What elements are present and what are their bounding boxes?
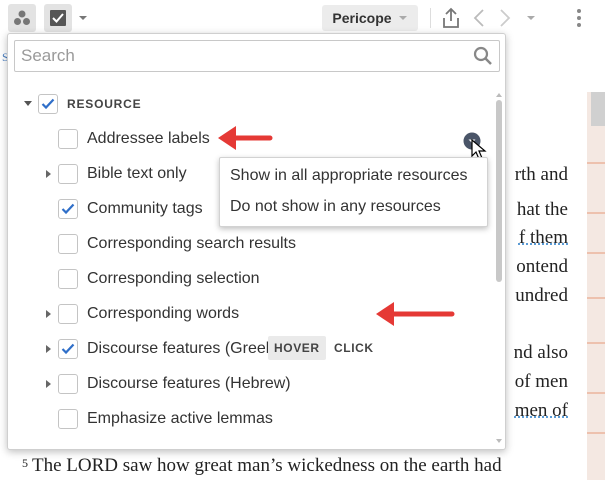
expand-caret-icon[interactable] (42, 168, 54, 180)
bg-text-line: f them (519, 227, 568, 249)
popup-option-show-all[interactable]: Show in all appropriate resources (230, 167, 467, 185)
bg-text-underlined[interactable]: men of (515, 400, 568, 421)
checkbox[interactable] (58, 234, 78, 254)
checkbox[interactable] (58, 339, 78, 359)
panel-menu-icon (14, 10, 30, 25)
bg-text-underlined[interactable]: f them (519, 227, 568, 248)
option-label: Corresponding search results (87, 235, 296, 252)
caret-placeholder (42, 133, 54, 145)
option-popup-menu: Show in all appropriate resources Do not… (219, 157, 488, 227)
panel-scrollbar[interactable] (494, 92, 504, 444)
checkbox[interactable] (58, 409, 78, 429)
chevron-down-icon (79, 16, 87, 20)
option-label: Bible text only (87, 165, 187, 182)
option-label: Addressee labels (87, 130, 210, 147)
more-button[interactable] (568, 4, 590, 32)
document-scrollbar[interactable] (587, 92, 605, 480)
search-icon[interactable] (473, 46, 493, 66)
option-label: Discourse features (Hebrew) (87, 375, 291, 392)
verse-5: 5 The LORD saw how great man’s wickedness… (22, 455, 502, 477)
verse-number: 5 (22, 456, 28, 470)
bg-text-line: nd also (513, 342, 568, 363)
caret-placeholder (42, 413, 54, 425)
option-row[interactable]: Discourse features (Hebrew) (42, 369, 291, 399)
visual-filters-panel: RESOURCE Addressee labels Bible text only… (7, 33, 506, 450)
option-label: Emphasize active lemmas (87, 410, 273, 427)
panel-menu-button[interactable] (8, 4, 36, 32)
option-row[interactable]: Corresponding words (42, 299, 239, 329)
option-label: Corresponding words (87, 305, 240, 322)
chevron-down-icon (527, 16, 535, 20)
click-badge[interactable]: CLICK (330, 336, 378, 360)
checkmark-icon (41, 98, 55, 110)
option-row[interactable]: Bible text only (42, 159, 187, 189)
search-input[interactable] (15, 41, 455, 71)
back-button[interactable] (468, 4, 490, 32)
checkbox[interactable] (58, 164, 78, 184)
document-scroll-thumb[interactable] (591, 92, 605, 126)
group-resource[interactable]: RESOURCE (22, 89, 141, 119)
caret-placeholder (42, 273, 54, 285)
bg-text-line: men of (515, 400, 568, 422)
expand-caret-icon[interactable] (42, 343, 54, 355)
option-label: Corresponding selection (87, 270, 260, 287)
checkbox[interactable] (58, 374, 78, 394)
option-row[interactable]: Corresponding selection (42, 264, 260, 294)
caret-placeholder (42, 238, 54, 250)
annotation-arrow-icon (218, 126, 273, 150)
option-label: Community tags (87, 200, 203, 217)
pericope-label: Pericope (332, 10, 392, 26)
checkbox[interactable] (58, 129, 78, 149)
caret-placeholder (42, 203, 54, 215)
option-row[interactable]: Addressee labels (42, 124, 210, 154)
search-box (14, 40, 500, 72)
forward-icon (500, 9, 511, 27)
checkbox[interactable] (58, 269, 78, 289)
expand-caret-icon[interactable] (42, 308, 54, 320)
option-row[interactable]: Emphasize active lemmas (42, 404, 273, 434)
checkbox[interactable] (38, 94, 58, 114)
more-vertical-icon (577, 9, 581, 27)
checkbox[interactable] (58, 199, 78, 219)
forward-button[interactable] (494, 4, 516, 32)
visual-filters-dropdown[interactable] (72, 4, 94, 32)
bg-text-line: hat the (516, 199, 568, 220)
verse-text: The LORD saw how great man’s wickedness … (32, 455, 502, 476)
chevron-down-icon (398, 15, 407, 20)
pericope-button[interactable]: Pericope (322, 5, 418, 31)
option-label: Discourse features (Greek) (87, 340, 280, 357)
annotation-arrow-icon (376, 302, 455, 326)
toolbar: Pericope (0, 0, 605, 36)
share-button[interactable] (437, 4, 465, 32)
group-label: RESOURCE (67, 97, 142, 111)
expand-caret-icon[interactable] (42, 378, 54, 390)
bg-text-line: undred (515, 285, 568, 306)
hover-badge[interactable]: HOVER (268, 336, 326, 360)
checkmark-icon (61, 343, 75, 355)
panel-scroll-thumb[interactable] (496, 100, 502, 282)
toolbar-divider (430, 8, 431, 28)
popup-option-do-not-show[interactable]: Do not show in any resources (230, 198, 441, 216)
history-dropdown[interactable] (520, 4, 542, 32)
checkbox[interactable] (58, 304, 78, 324)
checkmark-icon (61, 203, 75, 215)
bg-text-line: ontend (516, 256, 568, 277)
bg-text-line: of men (514, 371, 568, 392)
bg-text-line: rth and (514, 164, 568, 185)
option-row[interactable]: Community tags (42, 194, 203, 224)
visual-filters-icon (50, 10, 66, 26)
expanded-caret-icon[interactable] (22, 98, 34, 110)
back-icon (473, 9, 484, 27)
visual-filters-button[interactable] (44, 4, 72, 32)
option-row[interactable]: Discourse features (Greek) (42, 334, 279, 364)
share-icon (443, 7, 459, 28)
option-row[interactable]: Corresponding search results (42, 229, 296, 259)
